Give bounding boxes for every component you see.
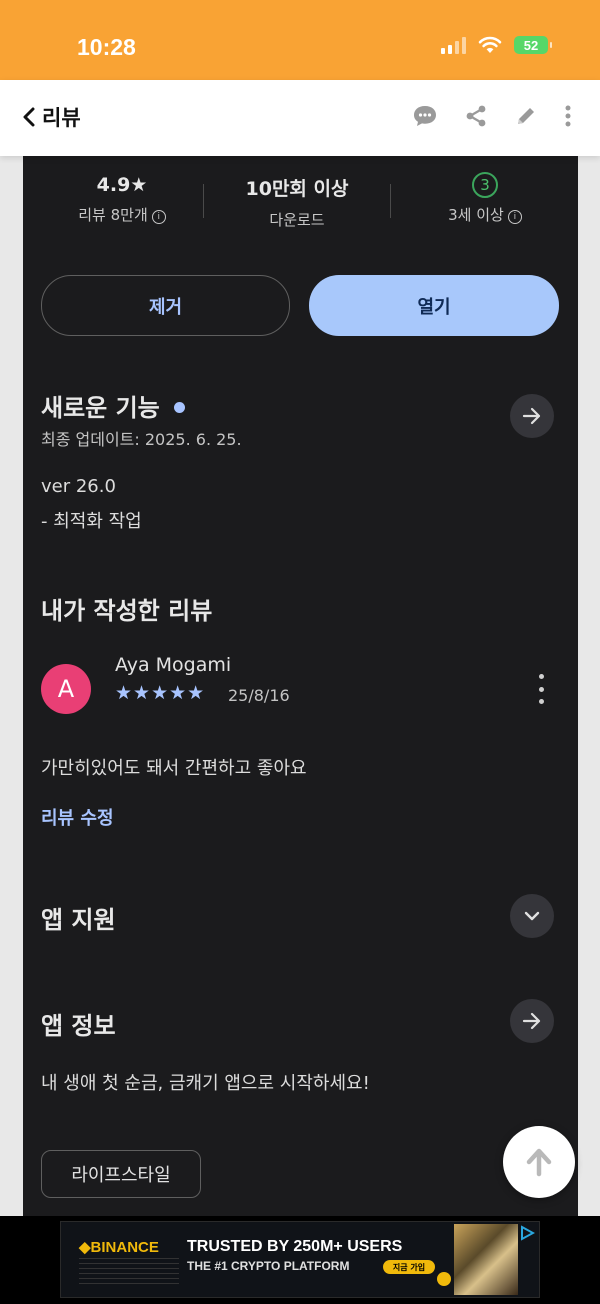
last-updated: 최종 업데이트: 2025. 6. 25.	[41, 430, 242, 449]
stat-downloads: 10만회 이상 다운로드	[222, 174, 372, 230]
review-more-icon[interactable]	[531, 674, 551, 704]
whats-new-arrow-button[interactable]	[510, 394, 554, 438]
version-text: ver 26.0	[41, 476, 116, 497]
review-date: 25/8/16	[228, 686, 290, 705]
back-button[interactable]: 리뷰	[22, 102, 81, 132]
rating-value: 4.9★	[96, 174, 148, 196]
battery-level: 52	[523, 37, 539, 53]
top-nav: 리뷰	[0, 80, 600, 156]
age-label: 3세 이상 i	[410, 204, 560, 225]
signal-icon	[441, 36, 466, 54]
chevron-left-icon	[23, 107, 35, 127]
ad-fine-print	[79, 1258, 179, 1288]
review-body: 가만히있어도 돼서 간편하고 좋아요	[41, 758, 307, 779]
page-title: 리뷰	[42, 107, 81, 130]
whats-new-label: 새로운 기능	[41, 394, 160, 422]
star-rating: ★★★★★	[115, 682, 206, 704]
divider	[390, 184, 391, 218]
ad-banner[interactable]: ◆BINANCE TRUSTED BY 250M+ USERS THE #1 C…	[60, 1221, 540, 1298]
downloads-label: 다운로드	[269, 211, 325, 229]
chevron-down-icon	[524, 911, 540, 921]
ad-headline: TRUSTED BY 250M+ USERS	[187, 1238, 403, 1255]
status-icons: 52	[441, 36, 552, 54]
app-support-expand-button[interactable]	[510, 894, 554, 938]
new-dot-indicator	[173, 402, 185, 413]
battery-icon: 52	[514, 36, 552, 54]
more-icon[interactable]	[564, 104, 572, 132]
ad-cta-button[interactable]: 지금 가입	[383, 1260, 435, 1274]
rating-count: 리뷰 8만개	[78, 206, 148, 224]
info-icon: i	[507, 210, 522, 224]
age-badge: 3	[410, 172, 560, 198]
age-text: 3세 이상	[448, 206, 504, 224]
app-support-title[interactable]: 앱 지원	[41, 900, 116, 935]
ad-brand: ◆BINANCE	[79, 1239, 159, 1256]
adchoices-icon[interactable]	[519, 1225, 535, 1241]
app-description: 내 생애 첫 순금, 금캐기 앱으로 시작하세요!	[41, 1073, 370, 1094]
age-badge-number: 3	[472, 172, 498, 198]
nav-icons	[412, 104, 572, 132]
arrow-up-icon	[526, 1148, 552, 1177]
app-info-title[interactable]: 앱 정보	[41, 1006, 116, 1041]
release-note: - 최적화 작업	[41, 511, 142, 532]
category-chip[interactable]: 라이프스타일	[41, 1150, 201, 1198]
arrow-right-icon	[522, 1012, 541, 1030]
app-detail-panel: 4.9★ 리뷰 8만개 i 10만회 이상 다운로드 3 3세 이상 i 제거 열기…	[23, 156, 578, 1216]
open-button[interactable]: 열기	[309, 275, 559, 336]
pencil-icon[interactable]	[514, 104, 538, 132]
stat-age-rating[interactable]: 3 3세 이상 i	[410, 172, 560, 225]
my-review-title: 내가 작성한 리뷰	[41, 597, 213, 625]
ad-subline: THE #1 CRYPTO PLATFORM	[187, 1259, 350, 1273]
wifi-icon	[478, 36, 502, 53]
edit-review-link[interactable]: 리뷰 수정	[41, 804, 114, 830]
stat-rating[interactable]: 4.9★ 리뷰 8만개 i	[47, 174, 197, 225]
divider	[203, 184, 204, 218]
scroll-top-button[interactable]	[503, 1126, 575, 1198]
rating-label: 리뷰 8만개 i	[47, 204, 197, 225]
ad-image	[454, 1224, 518, 1295]
info-icon: i	[151, 210, 166, 224]
arrow-right-icon	[522, 407, 541, 425]
ad-heart-icon	[437, 1272, 451, 1286]
whats-new-title[interactable]: 새로운 기능	[41, 388, 185, 423]
downloads-value: 10만회 이상	[245, 178, 349, 200]
avatar: A	[41, 664, 91, 714]
review-author: Aya Mogami	[115, 654, 232, 676]
share-icon[interactable]	[464, 104, 488, 132]
status-time: 10:28	[77, 34, 136, 60]
app-info-arrow-button[interactable]	[510, 999, 554, 1043]
comment-icon[interactable]	[412, 104, 438, 132]
remove-button[interactable]: 제거	[41, 275, 290, 336]
status-bar: 10:28 52	[0, 0, 600, 80]
